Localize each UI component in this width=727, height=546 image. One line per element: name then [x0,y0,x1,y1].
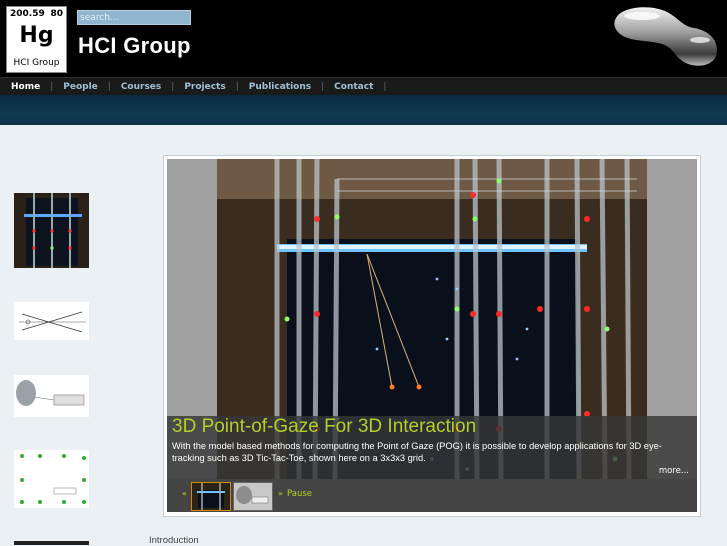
slide-caption: 3D Point-of-Gaze For 3D Interaction With… [167,416,697,480]
logo-atomic-mass: 200.59 [10,9,45,19]
logo-atomic-number: 80 [50,9,63,19]
slide-description: With the model based methods for computi… [172,441,662,463]
nav-contact-label[interactable]: Contact [334,82,373,92]
project-thumbnail-pog[interactable] [14,193,89,268]
featured-slider: 3D Point-of-Gaze For 3D Interaction With… [163,155,701,517]
slide-title[interactable]: 3D Point-of-Gaze For 3D Interaction [172,416,476,438]
search-input[interactable] [77,10,191,25]
eye-tracker-sketch-image [14,375,89,417]
project-thumbnail-partial[interactable] [14,541,89,545]
nav-separator: | [321,81,325,92]
grid-targets-diagram-image [14,450,89,508]
nav-separator: | [235,81,239,92]
nav-contact[interactable]: Contact [334,78,373,95]
site-title[interactable]: HCI Group [78,33,191,59]
next-slide-button[interactable]: » [278,489,283,498]
nav-courses-label[interactable]: Courses [121,82,161,92]
project-thumbnail-grid[interactable] [14,450,89,508]
slide-thumbnail-1[interactable] [191,482,231,511]
site-header: 200.59 80 Hg HCI Group HCI Group [0,0,727,77]
logo-symbol: Hg [19,23,54,48]
project-thumbnail-camera[interactable] [14,375,89,417]
slide-1-thumbnail-image [192,483,230,510]
site-logo[interactable]: 200.59 80 Hg HCI Group [6,6,67,73]
nav-publications[interactable]: Publications [249,78,311,95]
nav-home[interactable]: Home [11,78,40,95]
nav-projects-label[interactable]: Projects [184,82,225,92]
eye-geometry-diagram-image [14,302,89,340]
tic-tac-toe-thumbnail-image [14,193,89,268]
mercury-drop-image [614,7,718,66]
nav-separator: | [171,81,175,92]
nav-projects[interactable]: Projects [184,78,225,95]
slide-stage: 3D Point-of-Gaze For 3D Interaction With… [167,159,697,480]
nav-publications-label[interactable]: Publications [249,82,311,92]
slider-controls: « » Pause [167,479,697,512]
pause-button[interactable]: Pause [287,489,312,499]
introduction-heading: Introduction [149,535,199,546]
project-thumbnail-geometry[interactable] [14,302,89,340]
nav-separator: | [383,81,387,92]
main-nav: Home | People | Courses | Projects | Pub… [0,77,727,95]
nav-people[interactable]: People [63,78,98,95]
nav-home-label[interactable]: Home [11,82,40,92]
nav-people-label[interactable]: People [63,82,98,92]
nav-separator: | [50,81,54,92]
header-band [0,95,727,125]
more-link[interactable]: more... [659,466,689,476]
nav-courses[interactable]: Courses [121,78,161,95]
prev-slide-button[interactable]: « [182,489,187,498]
slide-thumbnail-2[interactable] [233,482,273,511]
slide-2-thumbnail-image [234,483,272,510]
logo-name: HCI Group [13,58,60,68]
nav-separator: | [107,81,111,92]
